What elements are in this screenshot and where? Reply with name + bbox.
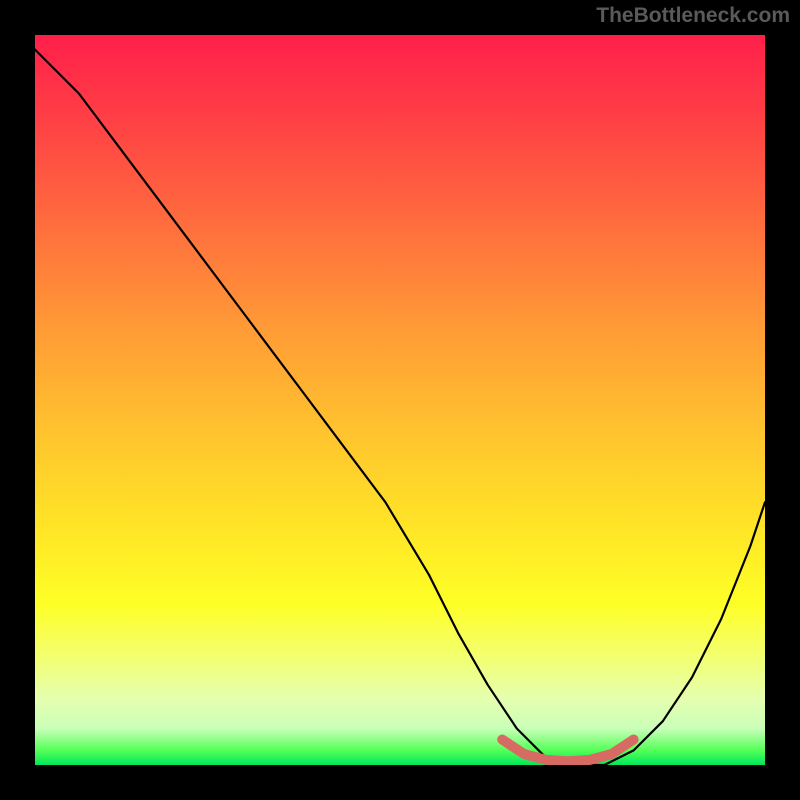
bottleneck-curve: [35, 50, 765, 765]
curve-layer: [35, 35, 765, 765]
attribution-text: TheBottleneck.com: [596, 4, 790, 28]
chart-frame: TheBottleneck.com: [0, 0, 800, 800]
flat-bottom-highlight: [502, 740, 633, 762]
plot-area: [35, 35, 765, 765]
